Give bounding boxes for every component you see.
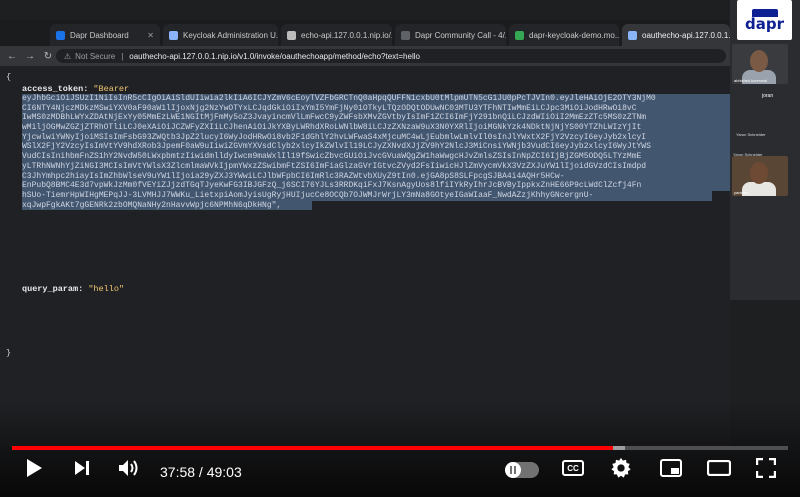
security-label: Not Secure [75, 51, 116, 61]
pause-icon [510, 466, 516, 474]
volume-button[interactable] [116, 456, 142, 480]
forward-icon[interactable]: → [24, 51, 36, 62]
current-time: 37:58 [160, 464, 196, 480]
participant-name: Yaron Schneider [736, 132, 766, 137]
url-field[interactable]: ⚠ Not Secure | oauthecho-api.127.0.0.1.n… [56, 49, 726, 63]
access-token-key: access_token: [22, 84, 89, 94]
tab-label: Keycloak Administration U... [183, 30, 278, 40]
json-viewer: { access_token: "Bearer eyJhbGciOiJSUzI1… [0, 66, 730, 448]
access-token-line: xqJwpFgkAKt7gGENRk2zbOMQNaNHy2nHavvWpjc6… [22, 200, 312, 211]
captions-icon: CC [562, 460, 584, 476]
reload-icon[interactable]: ↻ [42, 51, 54, 62]
participant-tile: yaninan [732, 156, 788, 196]
access-token-line: VudCIsInihbmFnZS1hY2NvdW50LWxpbmtzIiwidm… [22, 152, 730, 162]
play-button[interactable] [22, 456, 46, 480]
miniplayer-icon [660, 459, 682, 477]
dapr-logo: dapr [737, 0, 792, 40]
access-token-prefix: "Bearer [93, 84, 130, 94]
browser-tab[interactable]: dapr-keycloak-demo.mo...✕ [509, 24, 619, 46]
theater-mode-button[interactable] [705, 456, 733, 480]
browser-tab[interactable]: oauthecho-api.127.0.0.1...✕ [622, 24, 730, 46]
query-param-key: query_param: [22, 284, 84, 294]
tab-favicon-icon [56, 30, 65, 40]
access-token-line: yLTRhNWNhYjZiNGI3MCIsImVtYWlsX3ZlcmlmaWV… [22, 161, 730, 172]
logo-text: dapr [745, 14, 784, 33]
access-token-line: YjcwlwiYWNyIjoiMSIsImFsbG93ZWQtb3JpZ2luc… [22, 132, 730, 143]
browser-tab[interactable]: echo-api.127.0.0.1.nip.io/...✕ [281, 24, 392, 46]
back-icon[interactable]: ← [6, 51, 18, 62]
browser-tab[interactable]: Dapr Community Call - 4/...✕ [395, 24, 506, 46]
participant-name: joran [762, 93, 774, 99]
close-brace: } [6, 348, 12, 358]
access-token-line: WSlX2FjY2VzcyIsImVtYV9hdXRob3JpemF0aW9uI… [22, 142, 730, 153]
tab-favicon-icon [515, 30, 524, 40]
participant-face [750, 50, 768, 72]
skip-next-icon [75, 461, 89, 475]
address-bar: ← → ↻ ⚠ Not Secure | oauthecho-api.127.0… [0, 46, 730, 66]
theater-icon [707, 460, 731, 476]
settings-button[interactable] [608, 456, 634, 480]
tab-label: echo-api.127.0.0.1.nip.io/... [301, 30, 392, 40]
miniplayer-button[interactable] [658, 456, 684, 480]
tab-favicon-icon [169, 30, 178, 40]
warning-icon: ⚠ [64, 51, 72, 61]
access-token-line: wMiljOGMwZGZjZTRhOTliLCJ0eXAiOiJCZWFyZXI… [22, 123, 730, 133]
access-token-line: eyJhbGciOiJSUzI1NiIsInR5cCIgOiAiSldUIiwi… [22, 94, 730, 104]
fullscreen-button[interactable] [753, 456, 779, 480]
autoplay-toggle[interactable] [505, 462, 539, 478]
tab-favicon-icon [628, 30, 637, 40]
tab-close-icon[interactable]: ✕ [143, 31, 154, 40]
participant-tile: abhishek.korenwal [732, 44, 788, 84]
tab-label: oauthecho-api.127.0.0.1... [642, 30, 730, 40]
browser-tab[interactable]: Dapr Dashboard ✕ [50, 24, 160, 46]
volume-icon [119, 460, 138, 476]
tab-label: Dapr Dashboard [70, 30, 129, 40]
participant-name: yaninan [734, 190, 749, 195]
participant-face [750, 162, 768, 184]
open-brace: { [6, 72, 12, 82]
play-icon [27, 459, 42, 477]
access-token-line: hSUo-TiemrHpWIHgMEPqJJ-3LVMHJJ7WWKu_Liet… [22, 190, 712, 201]
time-display: 37:58 / 49:03 [160, 464, 242, 480]
tab-label: dapr-keycloak-demo.mo... [529, 30, 619, 40]
url-text: oauthecho-api.127.0.0.1.nip.io/v1.0/invo… [129, 51, 420, 61]
video-frame[interactable]: Dapr Dashboard ✕ Keycloak Administration U… [0, 0, 800, 497]
duration: 49:03 [206, 464, 242, 480]
access-token-line: IwMS0zMDBhLWYxZDAtNjExYy05MmEzLWE1NGItMj… [22, 113, 730, 124]
access-token-line: C3JhYmhpc2hiayIsImZhbWlseV9uYW1lIjoia29y… [22, 171, 730, 182]
access-token-line: EnPubQ8BMC4E3d7vpWkJzMm0fVEYiZJjzdTGqTJy… [22, 181, 730, 191]
divider: | [121, 51, 124, 61]
fullscreen-icon [756, 458, 776, 478]
query-param-row: query_param: "hello" [22, 284, 124, 294]
browser-tab[interactable]: Keycloak Administration U...✕ [163, 24, 278, 46]
next-button[interactable] [70, 456, 94, 480]
access-token-line: CI6NTY4NjczMDkzMSwiYXV0aF90aW1lIjoxNjg2N… [22, 103, 730, 114]
tab-favicon-icon [401, 30, 410, 40]
query-param-value: "hello" [88, 284, 125, 294]
time-separator: / [195, 464, 207, 480]
tab-label: Dapr Community Call - 4/... [415, 30, 506, 40]
gear-icon [611, 457, 631, 478]
captions-button[interactable]: CC [560, 456, 586, 480]
tab-favicon-icon [287, 30, 296, 40]
participant-name: abhishek.korenwal [734, 78, 768, 83]
progress-played [12, 446, 613, 450]
progress-bar[interactable] [12, 446, 788, 450]
access-token-block: access_token: "Bearer eyJhbGciOiJSUzI1Ni… [22, 84, 730, 211]
